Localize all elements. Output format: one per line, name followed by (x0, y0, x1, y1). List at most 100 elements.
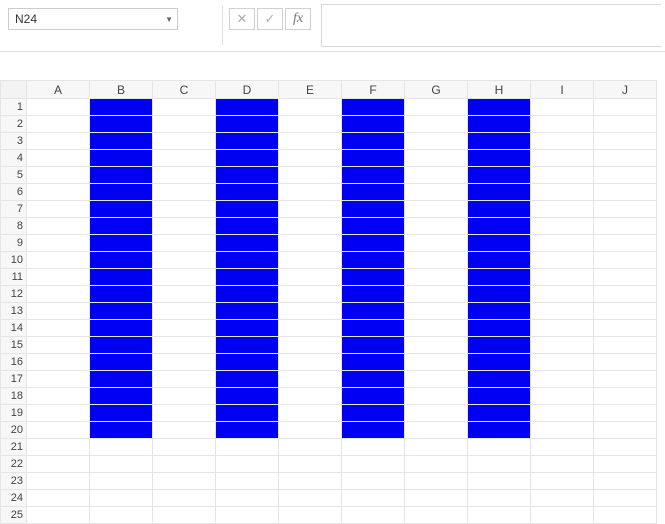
cell[interactable] (594, 133, 657, 150)
cell[interactable] (468, 405, 531, 422)
cell[interactable] (27, 320, 90, 337)
cell[interactable] (531, 405, 594, 422)
cell[interactable] (594, 116, 657, 133)
cell[interactable] (342, 371, 405, 388)
cell[interactable] (90, 235, 153, 252)
cell[interactable] (594, 507, 657, 524)
cell[interactable] (216, 337, 279, 354)
cell[interactable] (279, 235, 342, 252)
cell[interactable] (405, 303, 468, 320)
cell[interactable] (279, 422, 342, 439)
cell[interactable] (405, 337, 468, 354)
cell[interactable] (531, 184, 594, 201)
cell[interactable] (90, 422, 153, 439)
cell[interactable] (216, 269, 279, 286)
cell[interactable] (27, 269, 90, 286)
cell[interactable] (279, 116, 342, 133)
cell[interactable] (594, 201, 657, 218)
cell[interactable] (594, 99, 657, 116)
cell[interactable] (153, 201, 216, 218)
cell[interactable] (468, 286, 531, 303)
cell[interactable] (279, 252, 342, 269)
cell[interactable] (468, 218, 531, 235)
cell[interactable] (27, 201, 90, 218)
row-header[interactable]: 1 (1, 99, 27, 116)
cell[interactable] (153, 167, 216, 184)
column-header[interactable]: D (216, 81, 279, 99)
row-header[interactable]: 6 (1, 184, 27, 201)
cell[interactable] (468, 439, 531, 456)
cell[interactable] (531, 320, 594, 337)
row-header[interactable]: 10 (1, 252, 27, 269)
cell[interactable] (279, 99, 342, 116)
cell[interactable] (153, 422, 216, 439)
cell[interactable] (468, 507, 531, 524)
cell[interactable] (216, 405, 279, 422)
column-header[interactable]: E (279, 81, 342, 99)
cell[interactable] (468, 150, 531, 167)
cell[interactable] (90, 269, 153, 286)
cell[interactable] (342, 337, 405, 354)
cell[interactable] (531, 303, 594, 320)
cell[interactable] (594, 405, 657, 422)
cell[interactable] (594, 303, 657, 320)
cell[interactable] (594, 422, 657, 439)
cell[interactable] (405, 269, 468, 286)
cell[interactable] (216, 388, 279, 405)
cell[interactable] (216, 422, 279, 439)
cell[interactable] (531, 286, 594, 303)
cell[interactable] (405, 405, 468, 422)
cell[interactable] (27, 184, 90, 201)
cell[interactable] (405, 320, 468, 337)
cell[interactable] (153, 218, 216, 235)
cell[interactable] (594, 269, 657, 286)
cell[interactable] (405, 235, 468, 252)
cell[interactable] (153, 99, 216, 116)
cell[interactable] (27, 133, 90, 150)
cell[interactable] (531, 490, 594, 507)
cell[interactable] (405, 201, 468, 218)
cell[interactable] (90, 133, 153, 150)
cell[interactable] (279, 405, 342, 422)
cell[interactable] (153, 303, 216, 320)
cell[interactable] (594, 456, 657, 473)
cell[interactable] (279, 337, 342, 354)
cell[interactable] (90, 150, 153, 167)
cell[interactable] (90, 116, 153, 133)
cell[interactable] (342, 184, 405, 201)
cell[interactable] (468, 116, 531, 133)
cell[interactable] (153, 439, 216, 456)
cell[interactable] (342, 252, 405, 269)
cell[interactable] (531, 269, 594, 286)
column-header[interactable]: F (342, 81, 405, 99)
cell[interactable] (342, 99, 405, 116)
cell[interactable] (90, 354, 153, 371)
row-header[interactable]: 4 (1, 150, 27, 167)
cell[interactable] (279, 133, 342, 150)
cell[interactable] (594, 388, 657, 405)
column-header[interactable]: I (531, 81, 594, 99)
cell[interactable] (531, 167, 594, 184)
row-header[interactable]: 15 (1, 337, 27, 354)
cell[interactable] (216, 235, 279, 252)
name-box[interactable]: N24 ▼ (8, 8, 178, 30)
cell[interactable] (216, 201, 279, 218)
cell[interactable] (342, 473, 405, 490)
cell[interactable] (279, 269, 342, 286)
cell[interactable] (279, 354, 342, 371)
cell[interactable] (594, 150, 657, 167)
cell[interactable] (216, 286, 279, 303)
cell[interactable] (216, 320, 279, 337)
cell[interactable] (27, 286, 90, 303)
cell[interactable] (90, 371, 153, 388)
cell[interactable] (27, 116, 90, 133)
cell[interactable] (279, 167, 342, 184)
cell[interactable] (153, 507, 216, 524)
cell[interactable] (90, 320, 153, 337)
cell[interactable] (594, 320, 657, 337)
cell[interactable] (405, 167, 468, 184)
cell[interactable] (279, 371, 342, 388)
cell[interactable] (342, 439, 405, 456)
cell[interactable] (468, 320, 531, 337)
row-header[interactable]: 5 (1, 167, 27, 184)
